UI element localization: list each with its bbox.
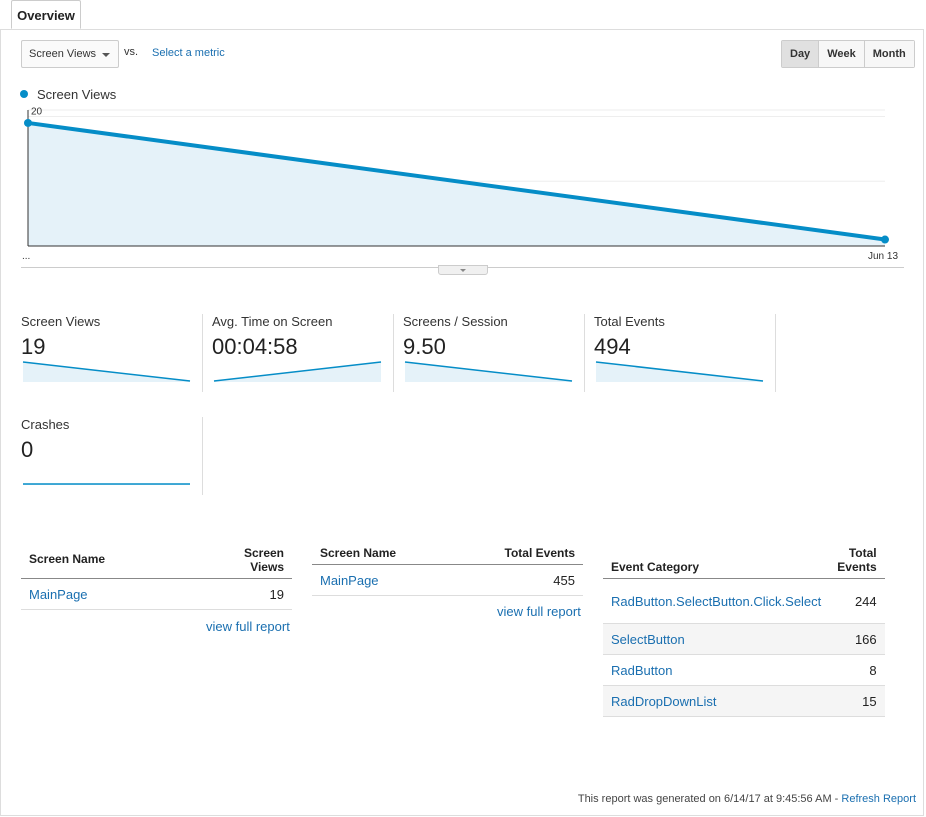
scorecard-value: 19 xyxy=(21,334,46,359)
scorecard-title: Crashes xyxy=(21,417,70,432)
x-tick-label: ... xyxy=(22,251,31,262)
scorecard-value: 0 xyxy=(21,437,34,462)
report-footer: This report was generated on 6/14/17 at … xyxy=(578,793,916,805)
table-cell: 8 xyxy=(829,654,885,686)
scorecard-value: 00:04:58 xyxy=(212,334,298,359)
table-row: RadButton 8 xyxy=(603,654,885,686)
view-full-report-link[interactable]: view full report xyxy=(206,619,290,634)
column-header: Screen Name xyxy=(312,546,452,565)
scorecard-value: 494 xyxy=(594,334,631,359)
column-header: Total Events xyxy=(829,546,885,579)
sparkline xyxy=(23,483,190,485)
event-categories-table: Event Category Total Events RadButton.Se… xyxy=(603,546,885,717)
x-tick-label: Jun 13 xyxy=(868,251,899,262)
scorecard-crashes[interactable]: Crashes 0 xyxy=(21,417,203,495)
scorecard-title: Avg. Time on Screen xyxy=(212,314,333,329)
scorecard-value: 9.50 xyxy=(403,334,446,359)
sparkline xyxy=(595,361,764,382)
scorecard-screen-views[interactable]: Screen Views 19 xyxy=(21,314,203,392)
table-row: MainPage 455 xyxy=(312,564,583,596)
scorecard-total-events[interactable]: Total Events 494 xyxy=(594,314,776,392)
event-category-link[interactable]: RadButton.SelectButton.Click.Select xyxy=(611,594,821,609)
refresh-report-link[interactable]: Refresh Report xyxy=(841,793,916,805)
table-row: RadDropDownList 15 xyxy=(603,685,885,717)
table-row: MainPage 19 xyxy=(21,578,292,610)
event-category-link[interactable]: RadDropDownList xyxy=(611,694,717,709)
scorecard-title: Screen Views xyxy=(21,314,101,329)
scorecard-screens-per-session[interactable]: Screens / Session 9.50 xyxy=(403,314,585,392)
table-cell: 15 xyxy=(829,685,885,717)
column-header: Total Events xyxy=(451,546,583,565)
column-header: Event Category xyxy=(603,546,830,579)
column-header: Screen Name xyxy=(21,546,220,579)
data-point[interactable] xyxy=(24,118,32,127)
generated-timestamp: This report was generated on 6/14/17 at … xyxy=(577,793,842,805)
y-tick-label: 20 xyxy=(31,106,43,117)
collapse-chart-handle[interactable] xyxy=(438,265,488,275)
sparkline xyxy=(213,361,382,382)
scorecard-avg-time-on-screen[interactable]: Avg. Time on Screen 00:04:58 xyxy=(212,314,394,392)
table-cell: 244 xyxy=(829,578,885,624)
table-row: RadButton.SelectButton.Click.Select 244 xyxy=(603,578,885,624)
table-row: SelectButton 166 xyxy=(603,623,885,655)
event-category-link[interactable]: RadButton xyxy=(611,663,672,678)
scorecard-title: Screens / Session xyxy=(403,314,508,329)
column-header: Screen Views xyxy=(220,546,292,579)
event-category-link[interactable]: SelectButton xyxy=(611,632,685,647)
sparkline xyxy=(22,361,191,382)
table-cell: 166 xyxy=(829,623,885,655)
screen-name-link[interactable]: MainPage xyxy=(29,587,88,602)
data-point[interactable] xyxy=(881,235,889,244)
table-cell: 19 xyxy=(220,578,292,610)
view-full-report-link[interactable]: view full report xyxy=(497,604,581,619)
table-cell: 455 xyxy=(451,564,583,596)
scorecard-title: Total Events xyxy=(594,314,665,329)
screens-table: Screen Name Screen Views MainPage 19 xyxy=(21,546,292,610)
chevron-down-icon xyxy=(460,269,466,272)
screen-events-table: Screen Name Total Events MainPage 455 xyxy=(312,546,583,596)
screen-name-link[interactable]: MainPage xyxy=(320,573,379,588)
sparkline xyxy=(404,361,573,382)
main-chart: 2010 xyxy=(24,106,889,247)
